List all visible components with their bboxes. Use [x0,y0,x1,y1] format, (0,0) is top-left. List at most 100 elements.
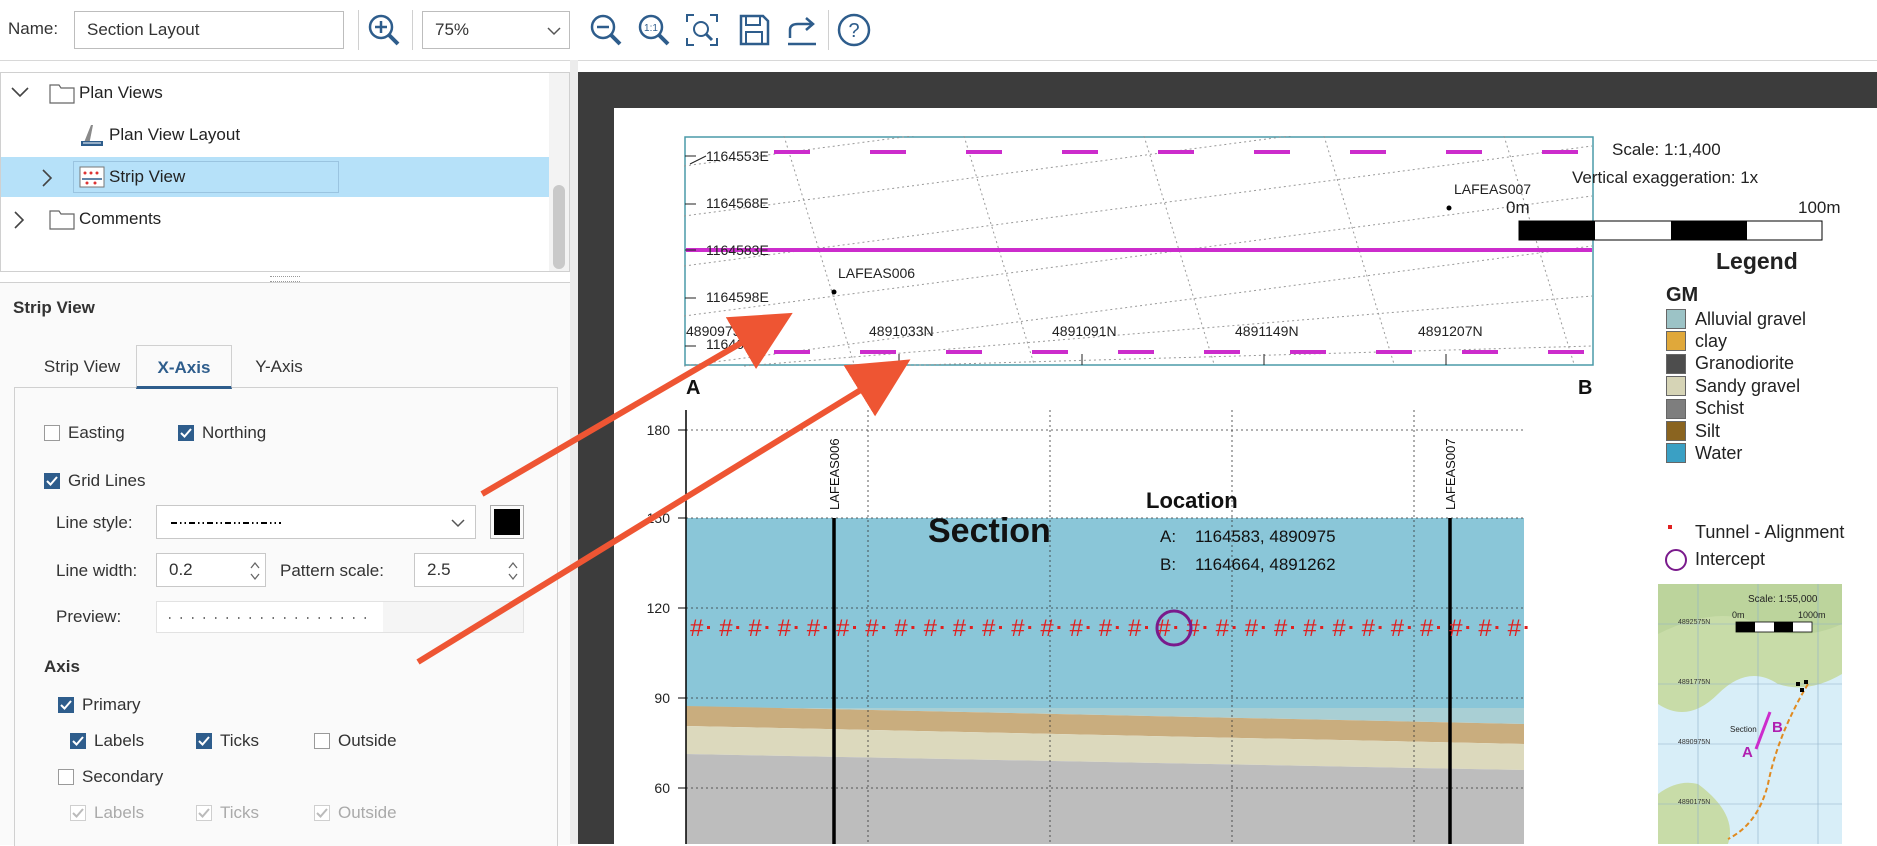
secondary-outside-label: Outside [338,803,397,822]
northing-label: 4890975N [686,323,751,339]
section-hole-label: LAFEAS006 [827,438,842,510]
spin-arrows-icon[interactable] [507,560,519,582]
linewidth-spinbox[interactable]: 0.2 [156,553,266,587]
y-tick-label: 120 [647,600,671,616]
checkmark-icon [316,808,328,818]
tunnel-mark: # [1099,615,1113,642]
tunnel-dot [1174,626,1178,629]
tunnel-dot [969,626,973,629]
inset-northing-label: 4891775N [1678,679,1710,686]
zoom-out-button[interactable] [586,10,626,50]
layout-page: 1164553E 1164568E 1164583E 1164598E 1164613E… [614,108,1877,844]
tab-x-axis[interactable]: X-Axis [136,345,232,389]
easting-label: 1164583E [706,242,769,258]
legend-swatch [1666,398,1686,419]
checkmark-icon [72,808,84,818]
tunnel-mark: # [1391,615,1405,642]
tunnel-dot [1028,626,1032,629]
primary-outside-label: Outside [338,731,397,750]
legend-swatch [1666,309,1686,329]
zoom-actual-size-button[interactable]: 1:1 [634,10,674,50]
properties-panel: Strip View Strip View X-Axis Y-Axis East… [0,282,570,846]
tunnel-mark: # [1011,615,1025,642]
primary-labels-checkbox[interactable] [70,733,86,749]
tunnel-mark: # [719,615,733,642]
secondary-checkbox[interactable] [58,769,74,785]
primary-checkbox[interactable] [58,697,74,713]
tunnel-dot [940,626,944,629]
layout-icon [81,125,103,146]
export-button[interactable] [782,10,822,50]
northing-label: 4891207N [1418,323,1483,339]
help-button[interactable]: ? [834,10,874,50]
tree-item-strip-view[interactable]: Strip View [1,157,549,197]
gridlines-checkbox[interactable] [44,473,60,489]
y-tick-label: 60 [654,780,670,796]
inset-bar-start: 0m [1732,610,1745,620]
save-button[interactable] [734,10,774,50]
location-a-key: A: [1160,527,1176,546]
checkmark-icon [180,428,192,438]
vertical-exaggeration: Vertical exaggeration: 1x [1572,168,1759,187]
tunnel-mark: # [1508,615,1522,642]
easting-label: 1164598E [706,289,769,305]
tunnel-mark: # [1040,615,1054,642]
folder-icon [49,84,75,104]
inset-a-label: A [1742,744,1753,761]
zoom-in-button[interactable] [364,10,404,50]
tree-item-comments[interactable]: Comments [1,199,549,239]
tunnel-mark: # [690,615,704,642]
y-tick-label: 90 [654,690,670,706]
y-tick-label: 180 [647,422,671,438]
zoom-fit-button[interactable] [682,10,722,50]
legend-label: Silt [1695,420,1721,441]
project-tree: Plan Views Plan View Layout Strip View C… [0,72,570,272]
scrollbar-thumb[interactable] [553,185,565,269]
linestyle-select[interactable] [156,505,476,539]
tab-y-axis[interactable]: Y-Axis [236,345,322,389]
secondary-ticks-label: Ticks [220,803,260,822]
line-color-button[interactable] [490,505,524,539]
primary-outside-checkbox[interactable] [314,733,330,749]
legend-label: Alluvial gravel [1695,308,1807,329]
tree-item-label: Plan Views [79,83,163,102]
tree-scrollbar[interactable] [549,73,569,271]
line-style-preview [171,522,281,524]
hole-marker [1446,205,1452,211]
chevron-right-icon[interactable] [13,211,25,229]
help-icon: ? [837,13,871,47]
legend-title: Legend [1716,248,1798,274]
tunnel-dot [1145,626,1148,629]
spin-arrows-icon[interactable] [249,560,261,582]
vertical-splitter[interactable] [570,60,578,844]
inset-scale-text: Scale: 1:55,000 [1748,594,1818,605]
northing-label: 4891033N [869,323,934,339]
inset-northing-label: 4890175N [1678,799,1710,806]
primary-ticks-checkbox[interactable] [196,733,212,749]
tab-label: X-Axis [157,358,211,377]
northing-label: Northing [202,423,267,442]
inset-bar-end: 1000m [1798,610,1826,620]
inset-b-label: B [1772,719,1783,736]
tree-item-plan-views[interactable]: Plan Views [1,73,549,113]
northing-checkbox[interactable] [178,425,194,441]
inset-northing-label: 4890975N [1678,739,1710,746]
tree-item-plan-view-layout[interactable]: Plan View Layout [1,115,549,155]
patternscale-spinbox[interactable]: 2.5 [414,553,524,587]
plan-hole-label: LAFEAS007 [1454,181,1531,197]
tunnel-mark: # [865,615,879,642]
tunnel-mark: # [836,615,850,642]
zoom-select[interactable]: 75% [422,11,570,49]
legend-swatch [1666,443,1686,464]
chevron-down-icon[interactable] [11,86,29,98]
easting-checkbox[interactable] [44,425,60,441]
y-tick-labels: 180 150 120 90 60 [647,422,671,796]
chevron-right-icon[interactable] [41,169,53,187]
tunnel-mark: # [1478,615,1492,642]
tunnel-mark: # [748,615,762,642]
tab-strip-view[interactable]: Strip View [30,345,134,389]
name-input[interactable]: Section Layout [74,11,344,49]
primary-labels-label: Labels [94,731,145,750]
svg-text:?: ? [848,20,859,42]
tunnel-mark: # [982,615,996,642]
